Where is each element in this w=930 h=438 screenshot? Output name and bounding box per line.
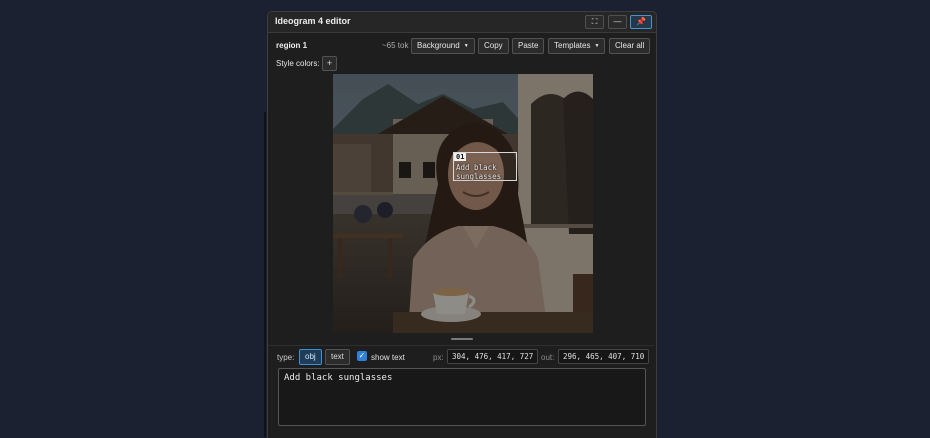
region-caption: Add black sunglasses [456, 163, 502, 181]
type-label: type: [277, 353, 295, 362]
px-coordinates-input[interactable]: 304, 476, 417, 727 [447, 349, 539, 364]
prompt-textarea[interactable]: Add black sunglasses [278, 368, 646, 426]
region-number: 01 [454, 153, 467, 161]
region-label: region 1 [276, 41, 308, 50]
resize-handle[interactable] [451, 338, 473, 340]
background-dropdown-label: Background [417, 41, 460, 50]
type-text-button[interactable]: text [325, 349, 350, 365]
show-text-checkbox[interactable]: ✓ [357, 351, 367, 361]
style-colors-label: Style colors: [276, 59, 320, 68]
templates-dropdown[interactable]: Templates ▼ [548, 38, 606, 54]
caret-down-icon: ▼ [463, 43, 469, 49]
pin-icon[interactable]: 📌 [630, 15, 652, 29]
token-count: ~65 tok [382, 41, 409, 50]
section-divider [268, 345, 654, 346]
copy-button[interactable]: Copy [478, 38, 509, 54]
px-label: px: [433, 353, 444, 362]
image-canvas[interactable]: 01 Add black sunglasses [333, 74, 593, 333]
photo-image [333, 74, 593, 333]
background-edge [264, 112, 266, 437]
editor-window: Ideogram 4 editor ⛶ — 📌 region 1 ~65 tok… [267, 11, 657, 438]
expand-icon[interactable]: ⛶ [585, 15, 604, 29]
background-dropdown[interactable]: Background ▼ [411, 38, 475, 54]
clear-all-button[interactable]: Clear all [609, 38, 651, 54]
show-text-label: show text [371, 353, 405, 362]
type-obj-button[interactable]: obj [299, 349, 322, 365]
templates-dropdown-label: Templates [554, 41, 591, 50]
title-bar[interactable]: Ideogram 4 editor ⛶ — 📌 [268, 12, 656, 33]
minimize-icon[interactable]: — [608, 15, 627, 29]
out-label: out: [541, 353, 555, 362]
caret-down-icon: ▼ [594, 43, 600, 49]
paste-button[interactable]: Paste [512, 38, 545, 54]
window-title: Ideogram 4 editor [275, 16, 351, 26]
add-style-color-button[interactable]: + [322, 56, 337, 71]
region-box[interactable]: 01 Add black sunglasses [453, 152, 517, 181]
out-coordinates-input[interactable]: 296, 465, 407, 710 [558, 349, 650, 364]
